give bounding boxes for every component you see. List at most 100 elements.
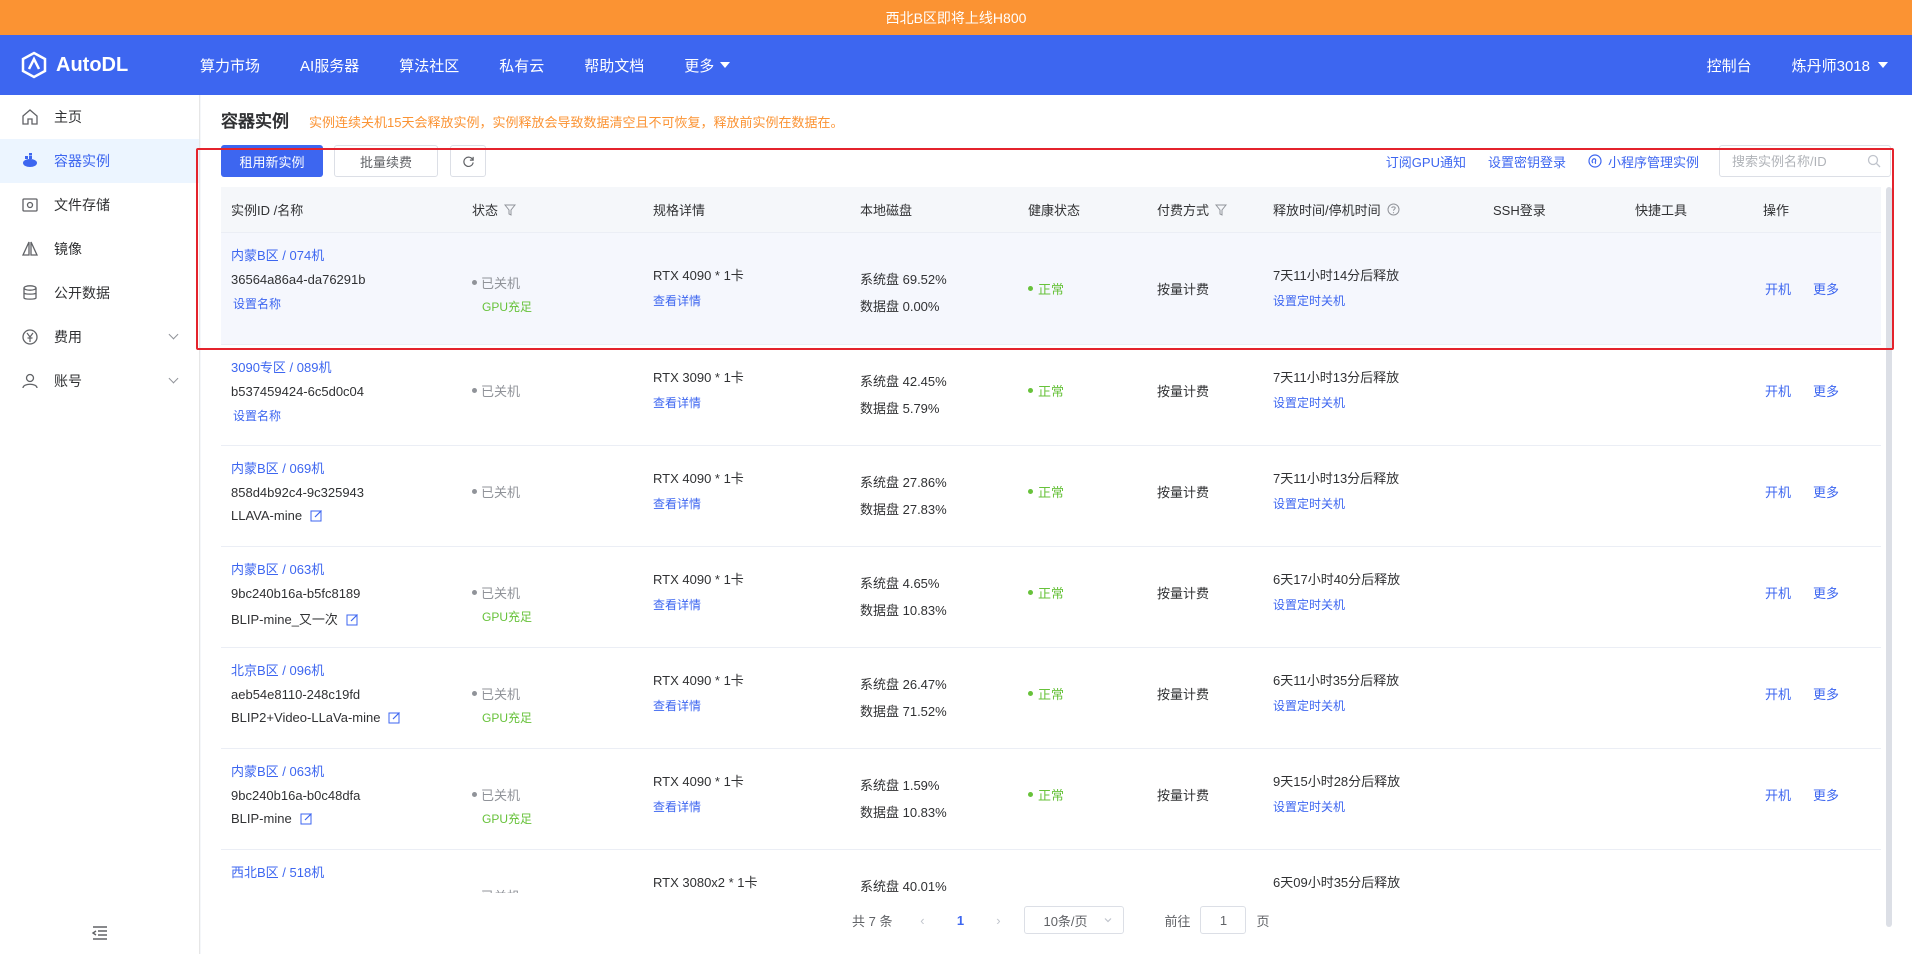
th-status[interactable]: 状态: [472, 200, 517, 219]
sidebar-item-account[interactable]: 账号: [0, 359, 199, 403]
edit-icon[interactable]: [346, 613, 359, 626]
more-actions-button[interactable]: 更多: [1813, 583, 1839, 602]
prev-page-button[interactable]: ‹: [908, 913, 936, 928]
health-text: 正常: [1038, 687, 1065, 702]
th-ssh: SSH登录: [1493, 200, 1546, 219]
pagination: 共 7 条 ‹ 1 › 10条/页 前往 页: [852, 906, 1270, 934]
gpu-spec: RTX 4090 * 1卡: [653, 774, 744, 789]
set-shutdown-timer-link[interactable]: 设置定时关机: [1273, 495, 1399, 512]
filter-icon[interactable]: [1215, 204, 1228, 216]
release-time: 7天11小时13分后释放: [1273, 370, 1400, 385]
set-name-link[interactable]: 设置名称: [233, 407, 364, 424]
data-disk-usage: 数据盘 27.83%: [860, 502, 947, 517]
view-details-link[interactable]: 查看详情: [653, 697, 744, 714]
nav-label: 更多: [684, 57, 715, 75]
miniprogram-link[interactable]: 小程序管理实例: [1588, 152, 1699, 171]
power-on-button[interactable]: 开机: [1765, 381, 1791, 400]
sidebar-item-public-data[interactable]: 公开数据: [0, 271, 199, 315]
filter-icon[interactable]: [504, 204, 517, 216]
table-scrollbar[interactable]: [1886, 187, 1892, 927]
power-on-button[interactable]: 开机: [1765, 583, 1791, 602]
view-details-link[interactable]: 查看详情: [653, 292, 744, 309]
nav-more[interactable]: 更多: [684, 55, 731, 76]
table-body: 内蒙B区 / 074机 36564a86a4-da76291b 设置名称 已关机 GPU…: [221, 233, 1881, 893]
instance-region-link[interactable]: 3090专区 / 089机: [231, 357, 364, 376]
set-shutdown-timer-link[interactable]: 设置定时关机: [1273, 596, 1400, 613]
nav-label: 算力市场: [200, 57, 261, 75]
instance-region-link[interactable]: 西北B区 / 518机: [231, 862, 324, 881]
current-page[interactable]: 1: [944, 913, 976, 928]
nav-community[interactable]: 算法社区: [399, 55, 459, 76]
view-details-link[interactable]: 查看详情: [653, 394, 744, 411]
more-actions-button[interactable]: 更多: [1813, 684, 1839, 703]
th-label: 规格详情: [653, 203, 706, 218]
instance-region-link[interactable]: 内蒙B区 / 069机: [231, 458, 364, 477]
more-actions-button[interactable]: 更多: [1813, 482, 1839, 501]
next-page-button[interactable]: ›: [984, 913, 1012, 928]
health-status: 正常: [1028, 583, 1064, 602]
user-menu[interactable]: 炼丹师3018: [1792, 55, 1888, 76]
edit-icon[interactable]: [310, 509, 323, 522]
batch-renew-button[interactable]: 批量续费: [334, 145, 438, 177]
nav-compute-market[interactable]: 算力市场: [200, 55, 260, 76]
status-dot: [472, 691, 477, 696]
search-input[interactable]: [1719, 145, 1891, 177]
instance-region-link[interactable]: 内蒙B区 / 074机: [231, 245, 365, 264]
subscribe-gpu-link[interactable]: 订阅GPU通知: [1386, 152, 1466, 171]
payment-mode: 按量计费: [1157, 788, 1210, 803]
table-row: 北京B区 / 096机 aeb54e8110-248c19fd BLIP2+Vide…: [221, 648, 1881, 749]
more-actions-button[interactable]: 更多: [1813, 381, 1839, 400]
refresh-button[interactable]: [450, 145, 486, 177]
instance-id: b537459424-6c5d0c04: [231, 384, 365, 399]
sidebar-item-container[interactable]: 容器实例: [0, 139, 199, 183]
status-dot: [472, 280, 477, 285]
nav-help-docs[interactable]: 帮助文档: [584, 55, 644, 76]
sidebar-item-home[interactable]: 主页: [0, 95, 199, 139]
view-details-link[interactable]: 查看详情: [653, 596, 744, 613]
edit-icon[interactable]: [300, 812, 313, 825]
health-status: 正常: [1028, 381, 1064, 400]
sidebar-item-mirror[interactable]: 镜像: [0, 227, 199, 271]
view-details-link[interactable]: 查看详情: [653, 798, 744, 815]
announcement-banner[interactable]: 西北B区即将上线H800: [0, 0, 1912, 35]
edit-icon[interactable]: [388, 711, 401, 724]
power-on-button[interactable]: 开机: [1765, 279, 1791, 298]
sidebar-item-storage[interactable]: 文件存储: [0, 183, 199, 227]
set-shutdown-timer-link[interactable]: 设置定时关机: [1273, 697, 1399, 714]
th-label: 付费方式: [1157, 203, 1210, 218]
th-payment[interactable]: 付费方式: [1157, 200, 1228, 219]
gpu-spec: RTX 4090 * 1卡: [653, 673, 744, 688]
sidebar-item-billing[interactable]: 费用: [0, 315, 199, 359]
goto-page-input[interactable]: [1200, 906, 1247, 934]
power-on-button[interactable]: 开机: [1765, 684, 1791, 703]
set-name-link[interactable]: 设置名称: [233, 295, 365, 312]
status-text: 已关机: [481, 687, 521, 702]
power-on-button[interactable]: 开机: [1765, 482, 1791, 501]
instance-region-link[interactable]: 北京B区 / 096机: [231, 660, 401, 679]
more-actions-button[interactable]: 更多: [1813, 785, 1839, 804]
more-actions-button[interactable]: 更多: [1813, 279, 1839, 298]
instance-id: 858d4b92c4-9c325943: [231, 485, 365, 500]
view-details-link[interactable]: 查看详情: [653, 495, 744, 512]
nav-ai-server[interactable]: AI服务器: [300, 55, 359, 76]
gpu-spec: RTX 4090 * 1卡: [653, 572, 744, 587]
collapse-sidebar-icon[interactable]: [91, 924, 109, 942]
set-shutdown-timer-link[interactable]: 设置定时关机: [1273, 292, 1399, 309]
brand-logo[interactable]: AutoDL: [20, 35, 128, 95]
power-on-button[interactable]: 开机: [1765, 785, 1791, 804]
nav-private-cloud[interactable]: 私有云: [499, 55, 544, 76]
status-dot: [472, 792, 477, 797]
search-icon[interactable]: [1867, 154, 1881, 168]
instance-id: aeb54e8110-248c19fd: [231, 687, 361, 702]
new-instance-button[interactable]: 租用新实例: [221, 145, 323, 177]
set-key-login-link[interactable]: 设置密钥登录: [1488, 152, 1566, 171]
instance-region-link[interactable]: 内蒙B区 / 063机: [231, 559, 360, 578]
help-circle-icon[interactable]: [1387, 203, 1400, 216]
console-link[interactable]: 控制台: [1707, 55, 1752, 76]
set-shutdown-timer-link[interactable]: 设置定时关机: [1273, 394, 1399, 411]
system-disk-usage: 系统盘 40.01%: [860, 879, 947, 893]
nav-label: 算法社区: [399, 57, 460, 75]
set-shutdown-timer-link[interactable]: 设置定时关机: [1273, 798, 1400, 815]
page-size-select[interactable]: 10条/页: [1024, 906, 1125, 934]
instance-region-link[interactable]: 内蒙B区 / 063机: [231, 761, 360, 780]
